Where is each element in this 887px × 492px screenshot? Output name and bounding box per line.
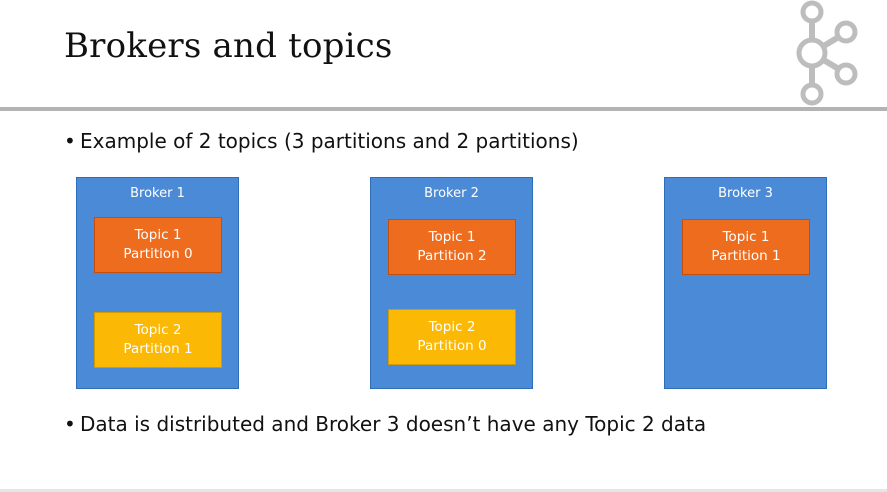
broker-box: Broker 3 Topic 1 Partition 1 xyxy=(664,177,827,389)
partition-label: Partition 2 xyxy=(417,248,487,264)
topic-label: Topic 2 xyxy=(134,322,182,338)
partition-label: Partition 1 xyxy=(711,248,781,264)
partition-box: Topic 1 Partition 2 xyxy=(388,219,516,275)
partition-box: Topic 1 Partition 0 xyxy=(94,217,222,273)
topic-label: Topic 1 xyxy=(134,227,182,243)
topic-label: Topic 2 xyxy=(428,319,476,335)
broker-box: Broker 2 Topic 1 Partition 2 Topic 2 Par… xyxy=(370,177,533,389)
partition-label: Partition 0 xyxy=(123,246,193,262)
bullet-text: Example of 2 topics (3 partitions and 2 … xyxy=(80,129,579,153)
partition-box: Topic 2 Partition 1 xyxy=(94,312,222,368)
topic-label: Topic 1 xyxy=(428,229,476,245)
page-title: Brokers and topics xyxy=(64,26,393,66)
bullet-dot: • xyxy=(64,129,76,153)
kafka-logo-icon xyxy=(796,0,858,106)
bullet-item: • Example of 2 topics (3 partitions and 2… xyxy=(64,129,579,153)
title-divider xyxy=(0,107,887,111)
bullet-text: Data is distributed and Broker 3 doesn’t… xyxy=(80,412,707,436)
partition-label: Partition 0 xyxy=(417,338,487,354)
broker-box: Broker 1 Topic 1 Partition 0 Topic 2 Par… xyxy=(76,177,239,389)
bullet-dot: • xyxy=(64,412,76,436)
broker-label: Broker 3 xyxy=(718,186,773,201)
bullet-item: • Data is distributed and Broker 3 doesn’… xyxy=(64,412,706,436)
topic-label: Topic 1 xyxy=(722,229,770,245)
partition-label: Partition 1 xyxy=(123,341,193,357)
broker-label: Broker 2 xyxy=(424,186,479,201)
broker-label: Broker 1 xyxy=(130,186,185,201)
partition-box: Topic 2 Partition 0 xyxy=(388,309,516,365)
partition-box: Topic 1 Partition 1 xyxy=(682,219,810,275)
